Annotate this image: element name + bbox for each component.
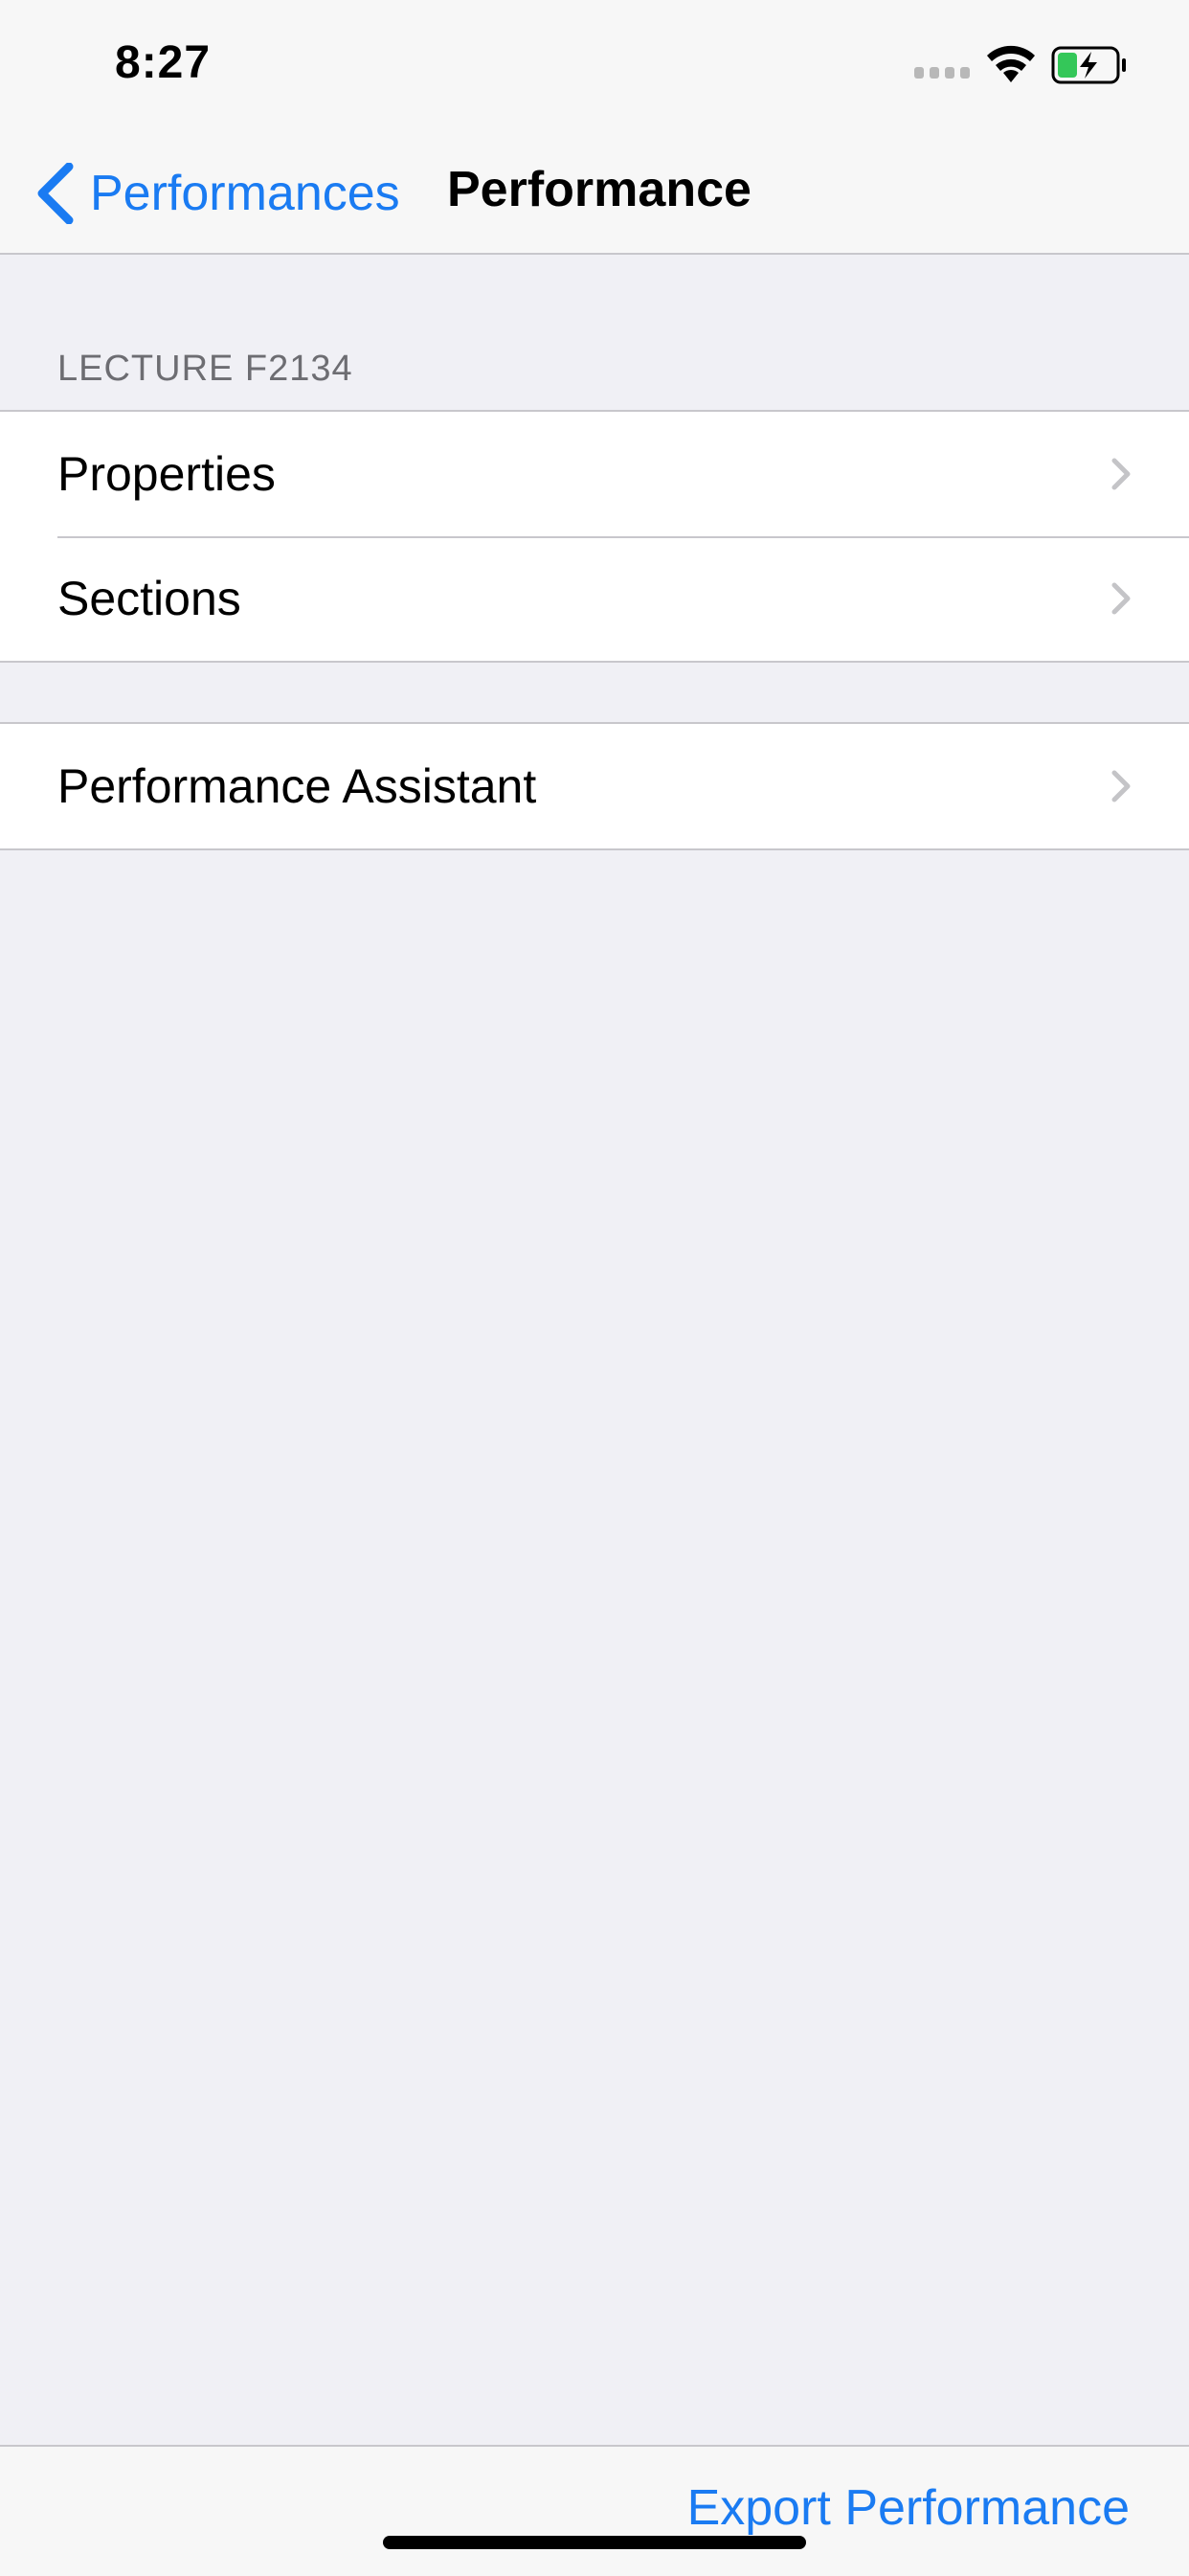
home-indicator[interactable] [383, 2536, 806, 2549]
status-time: 8:27 [115, 37, 212, 88]
chevron-right-icon [1111, 582, 1131, 615]
chevron-right-icon [1111, 770, 1131, 802]
chevron-right-icon [1111, 458, 1131, 490]
wifi-icon [987, 45, 1035, 82]
chevron-left-icon [37, 163, 74, 224]
sections-label: Sections [57, 572, 241, 625]
properties-row[interactable]: Properties [0, 412, 1189, 536]
performance-assistant-label: Performance Assistant [57, 759, 537, 813]
cellular-signal-icon [914, 67, 970, 79]
section-header: LECTURE F2134 [57, 349, 353, 389]
status-bar: 8:27 [0, 0, 1189, 134]
section-group: Properties Sections [0, 410, 1189, 663]
page-title: Performance [447, 162, 752, 217]
sections-row[interactable]: Sections [0, 536, 1189, 661]
back-button[interactable]: Performances [34, 157, 400, 230]
back-button-label: Performances [90, 166, 400, 221]
performance-assistant-row[interactable]: Performance Assistant [0, 724, 1189, 848]
properties-label: Properties [57, 447, 276, 501]
assistant-group: Performance Assistant [0, 722, 1189, 850]
navigation-bar: Performances Performance [0, 134, 1189, 255]
export-performance-button[interactable]: Export Performance [687, 2479, 1130, 2537]
bottom-toolbar: Export Performance [0, 2445, 1189, 2576]
battery-charging-icon [1051, 46, 1126, 84]
